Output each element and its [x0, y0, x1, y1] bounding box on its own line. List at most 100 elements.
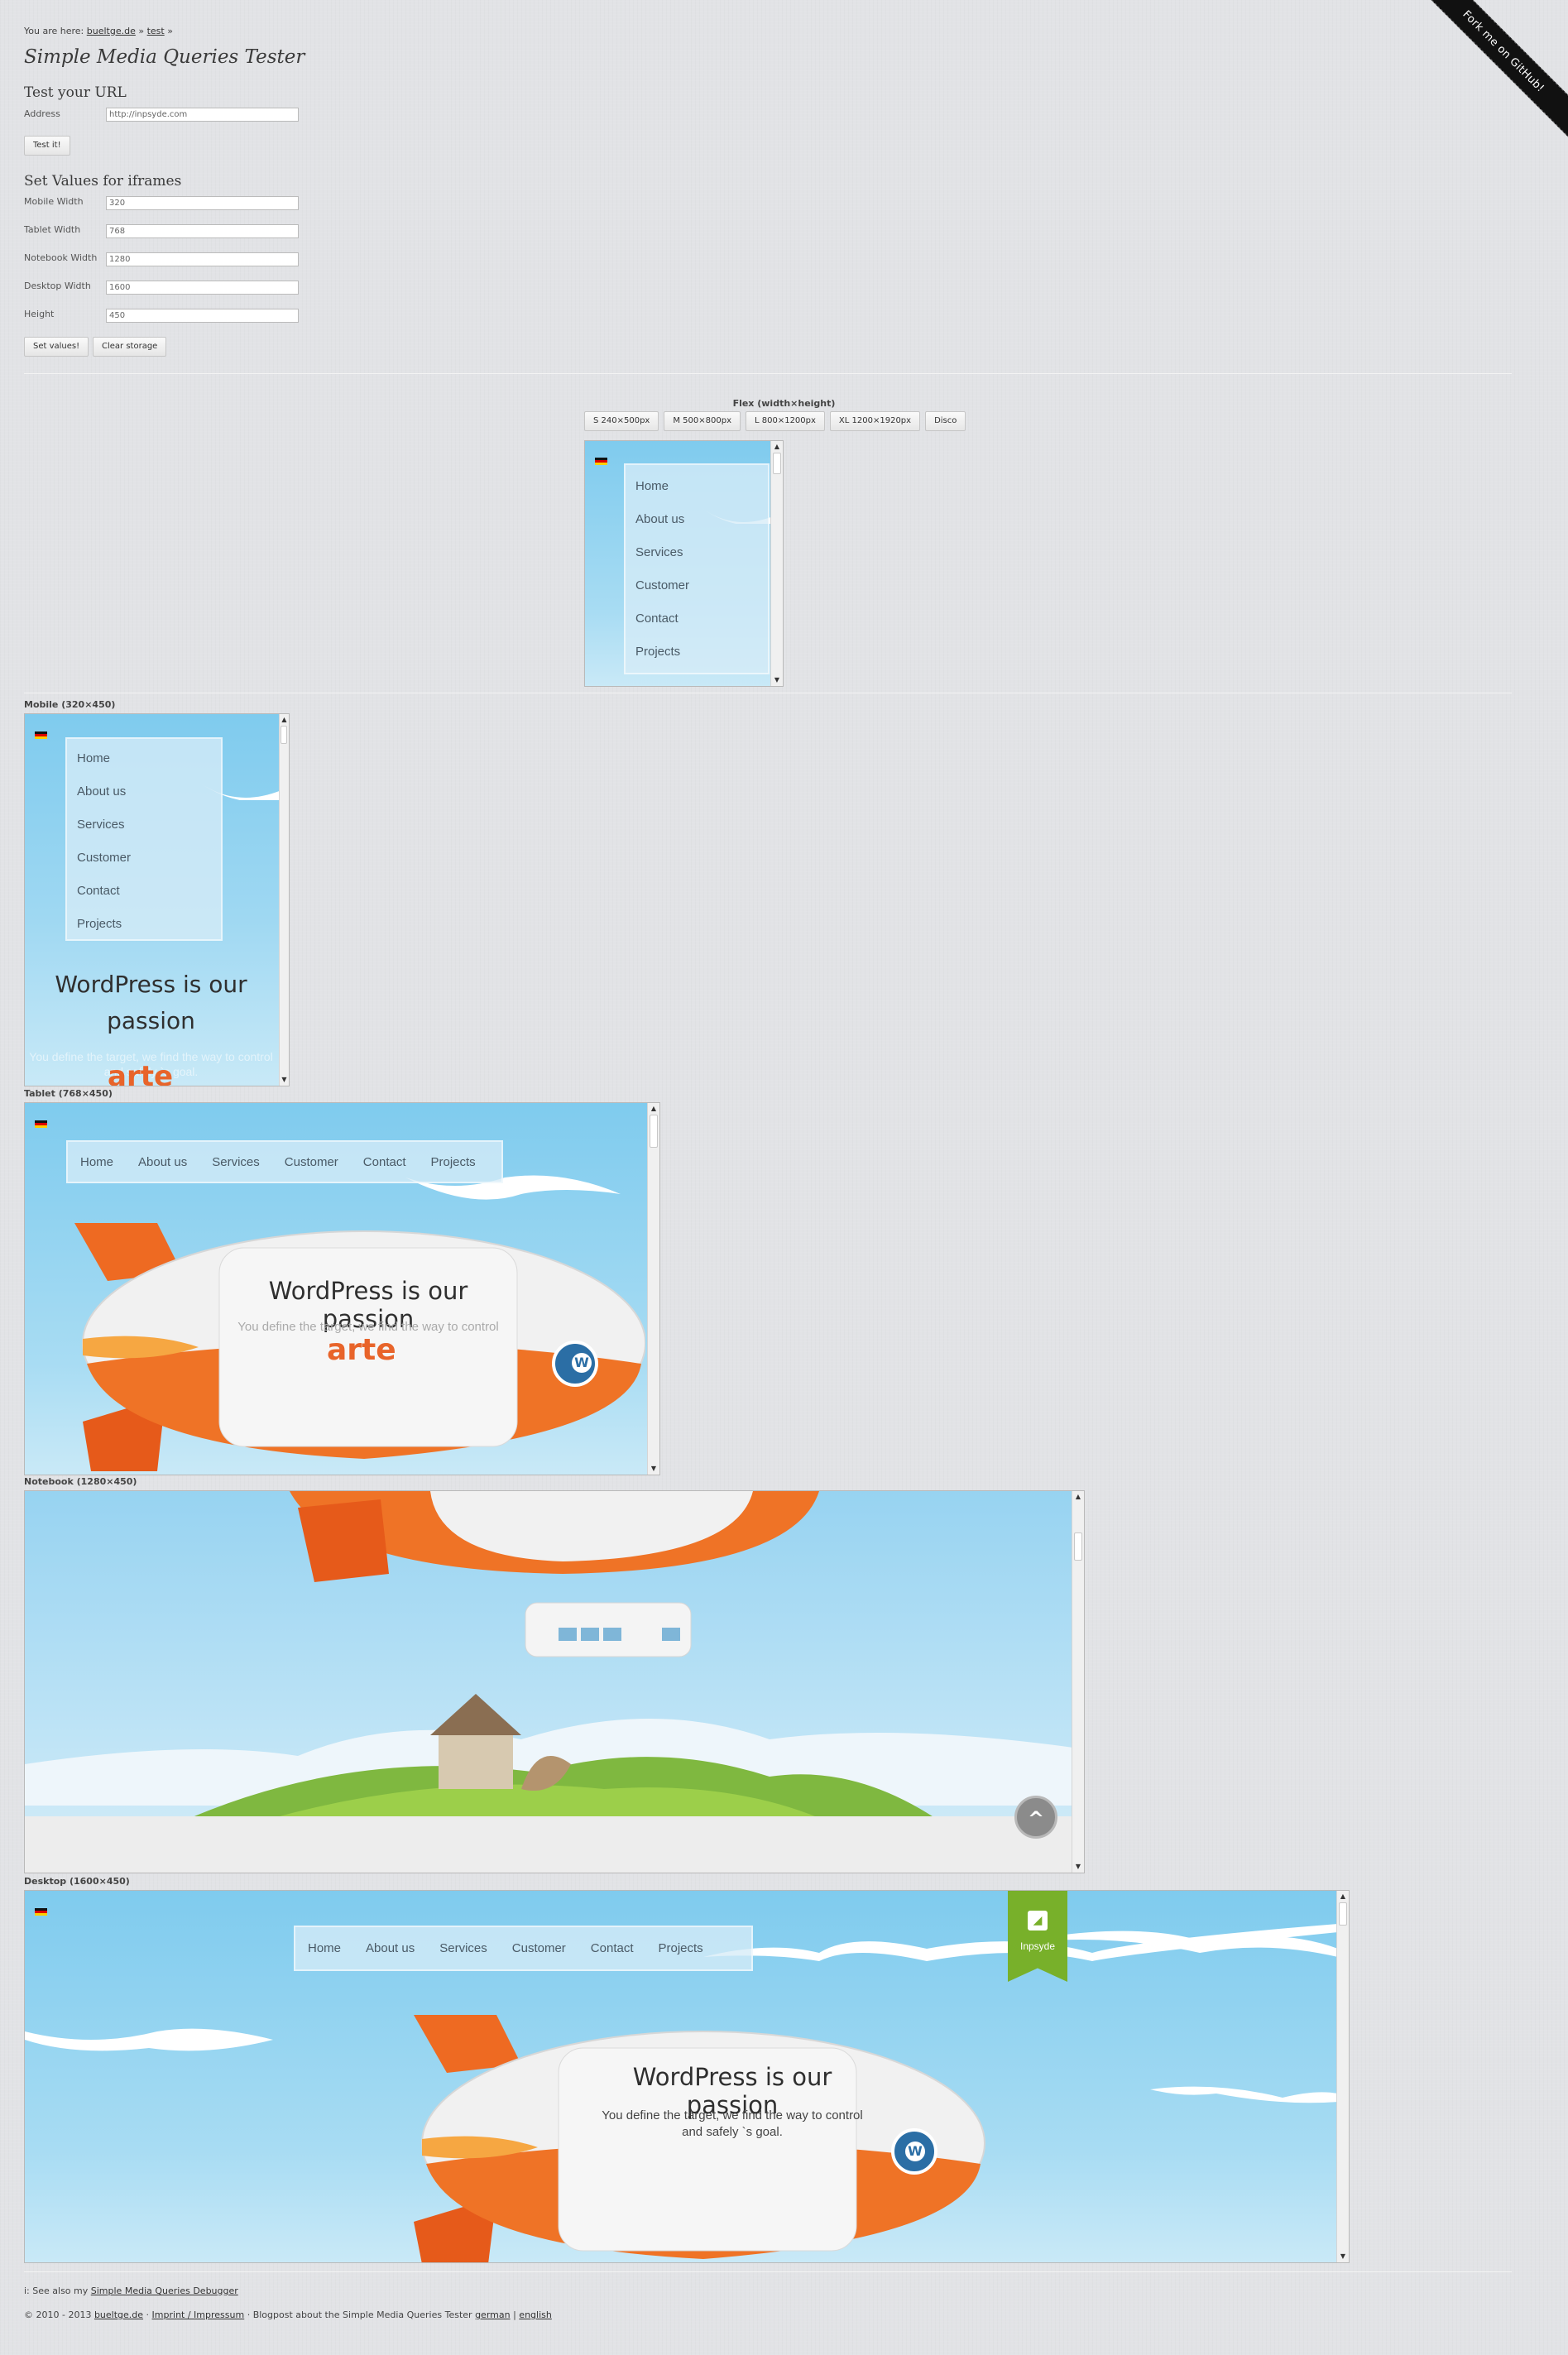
notebook-width-label: Notebook Width	[24, 252, 98, 263]
nav-projects[interactable]: Projects	[626, 636, 768, 669]
flex-size-s-button[interactable]: S 240×500px	[584, 411, 659, 431]
divider	[24, 373, 1512, 374]
inpsyde-badge[interactable]: ◢ Inpsyde	[1008, 1891, 1067, 1982]
breadcrumb-current-link[interactable]: test	[147, 26, 165, 36]
nav-customer[interactable]: Customer	[272, 1155, 351, 1169]
desktop-iframe[interactable]: Home About us Services Customer Contact …	[24, 1890, 1350, 2263]
german-flag-icon[interactable]	[35, 1908, 47, 1916]
notebook-width-input[interactable]	[106, 252, 299, 266]
iframe-scrollbar[interactable]: ▲ ▼	[1072, 1491, 1084, 1873]
german-flag-icon[interactable]	[35, 1120, 47, 1128]
flex-size-l-button[interactable]: L 800×1200px	[745, 411, 825, 431]
german-link[interactable]: german	[475, 2309, 511, 2320]
height-input[interactable]	[106, 309, 299, 323]
scroll-down-icon[interactable]: ▼	[280, 1074, 289, 1086]
tablet-iframe[interactable]: Home About us Services Customer Contact …	[24, 1102, 660, 1475]
hero-title-line: passion	[107, 1007, 195, 1034]
site-nav: Home About us Services Customer Contact …	[624, 463, 770, 674]
nav-services[interactable]: Services	[67, 808, 221, 842]
nav-home[interactable]: Home	[67, 742, 221, 775]
see-also-prefix: i: See also my	[24, 2285, 89, 2296]
inpsyde-badge-label: Inpsyde	[1019, 1940, 1056, 1952]
scroll-down-icon[interactable]: ▼	[771, 674, 783, 686]
address-label: Address	[24, 108, 60, 119]
iframe-scrollbar[interactable]: ▲ ▼	[647, 1103, 659, 1475]
nav-projects[interactable]: Projects	[419, 1155, 488, 1169]
breadcrumb-home-link[interactable]: bueltge.de	[87, 26, 136, 36]
test-url-heading: Test your URL	[24, 84, 127, 101]
flex-size-xl-button[interactable]: XL 1200×1920px	[829, 411, 921, 431]
nav-about-us[interactable]: About us	[626, 503, 768, 536]
flex-size-m-button[interactable]: M 500×800px	[664, 411, 741, 431]
notebook-frame-label: Notebook (1280×450)	[24, 1476, 137, 1487]
nav-contact[interactable]: Contact	[351, 1155, 419, 1169]
nav-home[interactable]: Home	[626, 470, 768, 503]
set-values-button[interactable]: Set values!	[24, 337, 89, 357]
scroll-down-icon[interactable]: ▼	[648, 1463, 659, 1475]
back-to-top-button[interactable]: ^	[1014, 1796, 1057, 1839]
flex-size-buttons: S 240×500px M 500×800px L 800×1200px XL …	[584, 411, 966, 431]
nav-customer[interactable]: Customer	[500, 1941, 578, 1955]
scroll-down-icon[interactable]: ▼	[1072, 1861, 1084, 1873]
footer-pipe: |	[513, 2309, 516, 2320]
english-link[interactable]: english	[519, 2309, 552, 2320]
scroll-up-icon[interactable]: ▲	[771, 441, 783, 453]
nav-customer[interactable]: Customer	[67, 842, 221, 875]
german-flag-icon[interactable]	[35, 731, 47, 739]
flex-iframe[interactable]: Home About us Services Customer Contact …	[584, 440, 784, 687]
scroll-thumb[interactable]	[1074, 1532, 1082, 1561]
nav-services[interactable]: Services	[427, 1941, 500, 1955]
media-queries-debugger-link[interactable]: Simple Media Queries Debugger	[91, 2285, 238, 2296]
mobile-iframe[interactable]: Home About us Services Customer Contact …	[24, 713, 290, 1086]
address-input[interactable]	[106, 108, 299, 122]
scroll-thumb[interactable]	[773, 453, 781, 474]
nav-about-us[interactable]: About us	[353, 1941, 427, 1955]
iframe-scrollbar[interactable]: ▲ ▼	[1336, 1891, 1349, 2262]
tablet-width-input[interactable]	[106, 224, 299, 238]
nav-home[interactable]: Home	[68, 1155, 126, 1169]
site-link[interactable]: bueltge.de	[94, 2309, 143, 2320]
nav-services[interactable]: Services	[626, 536, 768, 569]
notebook-iframe[interactable]: ^ ▲ ▼	[24, 1490, 1085, 1873]
mobile-width-input[interactable]	[106, 196, 299, 210]
nav-projects[interactable]: Projects	[646, 1941, 716, 1955]
blogpost-text: · Blogpost about the Simple Media Querie…	[247, 2309, 472, 2320]
desktop-width-input[interactable]	[106, 281, 299, 295]
scroll-up-icon[interactable]: ▲	[280, 714, 289, 726]
scroll-thumb[interactable]	[281, 726, 287, 744]
german-flag-icon[interactable]	[595, 458, 607, 465]
iframe-scrollbar[interactable]: ▲ ▼	[279, 714, 289, 1086]
footer-separator: ·	[146, 2309, 150, 2320]
scroll-down-icon[interactable]: ▼	[1337, 2251, 1349, 2262]
wordpress-icon: W	[905, 2142, 925, 2161]
set-values-heading: Set Values for iframes	[24, 173, 182, 189]
nav-contact[interactable]: Contact	[67, 875, 221, 908]
nav-contact[interactable]: Contact	[578, 1941, 646, 1955]
flex-disco-button[interactable]: Disco	[925, 411, 966, 431]
scroll-up-icon[interactable]: ▲	[648, 1103, 659, 1115]
nav-home[interactable]: Home	[295, 1941, 353, 1955]
imprint-link[interactable]: Imprint / Impressum	[152, 2309, 245, 2320]
hero-title-line: WordPress is our	[55, 971, 247, 998]
flex-label: Flex (width×height)	[732, 398, 836, 409]
nav-projects[interactable]: Projects	[67, 908, 221, 941]
nav-customer[interactable]: Customer	[626, 569, 768, 602]
scroll-up-icon[interactable]: ▲	[1072, 1491, 1084, 1503]
fork-ribbon-label[interactable]: Fork me on GitHub!	[1411, 0, 1568, 144]
scroll-thumb[interactable]	[650, 1115, 658, 1148]
test-it-button[interactable]: Test it!	[24, 136, 70, 156]
divider	[24, 2271, 1512, 2272]
nav-services[interactable]: Services	[199, 1155, 272, 1169]
clear-storage-button[interactable]: Clear storage	[93, 337, 167, 357]
breadcrumb: You are here: bueltge.de » test »	[24, 26, 173, 36]
hero-subtitle: You define the target, we find the way t…	[592, 2108, 873, 2141]
scroll-thumb[interactable]	[1339, 1902, 1347, 1926]
nav-about-us[interactable]: About us	[126, 1155, 199, 1169]
nav-about-us[interactable]: About us	[67, 775, 221, 808]
scroll-up-icon[interactable]: ▲	[1337, 1891, 1349, 1902]
iframe-scrollbar[interactable]: ▲ ▼	[770, 441, 783, 686]
site-nav: Home About us Services Customer Contact …	[66, 1140, 503, 1183]
fork-ribbon[interactable]: Fork me on GitHub!	[1403, 0, 1568, 165]
nav-contact[interactable]: Contact	[626, 602, 768, 636]
hero-title: WordPress is our passion	[25, 966, 277, 1039]
